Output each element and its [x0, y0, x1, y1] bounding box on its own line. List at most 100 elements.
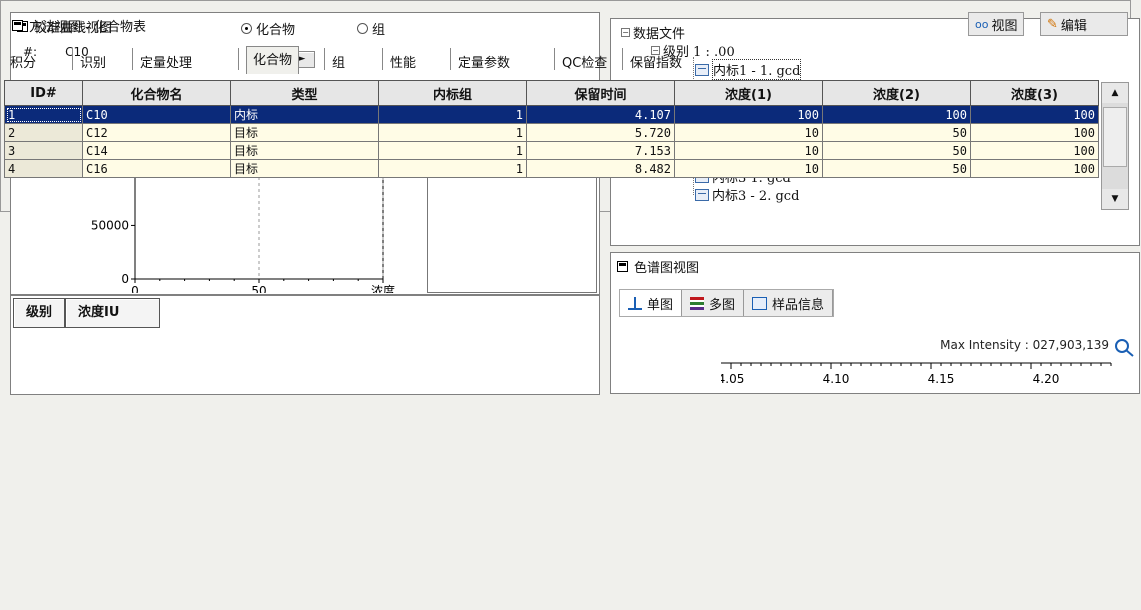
chromatogram-file-icon	[695, 63, 709, 76]
chromatogram-panel: 色谱图视图 单图 多图 样品信息 Max Intensity : 027,903…	[610, 252, 1140, 394]
table-cell[interactable]: 5.720	[526, 123, 675, 142]
radio-selected-icon	[241, 23, 252, 34]
table-cell[interactable]: 4	[4, 159, 83, 178]
table-cell[interactable]: 100	[970, 123, 1099, 142]
method-tab[interactable]: 定量处理	[140, 52, 192, 71]
table-cell[interactable]: 100	[970, 159, 1099, 178]
table-cell[interactable]: 1	[378, 141, 527, 160]
table-cell[interactable]: 8.482	[526, 159, 675, 178]
edit-button[interactable]: ✎ 编辑	[1040, 12, 1128, 36]
radio-compound[interactable]: 化合物	[241, 19, 295, 38]
method-tab[interactable]: 积分	[10, 52, 36, 71]
table-row[interactable]: 3 C14 目标 1 7.153 10 50 100	[4, 141, 1099, 160]
tree-file-item[interactable]: 内标3 - 2. gcd	[695, 185, 799, 204]
table-cell[interactable]: 50	[822, 141, 971, 160]
edit-button-label: 编辑	[1060, 18, 1087, 34]
table-row[interactable]: 4 C16 目标 1 8.482 10 50 100	[4, 159, 1099, 178]
tab-multi-chart-label: 多图	[709, 297, 736, 313]
pane-collapse-icon[interactable]	[617, 260, 628, 272]
x-tick-label: 0	[131, 284, 139, 293]
zoom-icon[interactable]	[1111, 333, 1137, 359]
level-column-header[interactable]: 级别	[13, 298, 66, 328]
scroll-down-icon[interactable]: ▼	[1102, 189, 1128, 209]
pane-collapse-icon[interactable]	[12, 19, 23, 31]
column-header[interactable]: 类型	[230, 80, 379, 106]
tab-separator	[238, 48, 239, 70]
multi-chart-icon	[690, 296, 705, 310]
tree-root[interactable]: − 数据文件	[621, 23, 685, 42]
tab-separator	[72, 48, 73, 70]
table-row[interactable]: 2 C12 目标 1 5.720 10 50 100	[4, 123, 1099, 142]
method-tab[interactable]: 识别	[80, 52, 106, 71]
chromatogram-file-icon	[695, 188, 709, 201]
column-header[interactable]: ID#	[4, 80, 83, 106]
tab-single-chart[interactable]: 单图	[620, 290, 683, 316]
table-cell[interactable]: 100	[970, 141, 1099, 160]
column-header[interactable]: 保留时间	[526, 80, 675, 106]
y-tick-label: 0	[121, 272, 129, 286]
axis-tick-label: 4.15	[928, 372, 955, 386]
tab-sample-info[interactable]: 样品信息	[744, 290, 834, 316]
radio-group-label: 组	[372, 23, 386, 38]
method-tab[interactable]: QC检查	[562, 52, 607, 71]
table-cell[interactable]: 10	[674, 123, 823, 142]
tree-root-label: 数据文件	[633, 27, 686, 42]
table-cell[interactable]: 7.153	[526, 141, 675, 160]
table-cell[interactable]: 目标	[230, 141, 379, 160]
method-tab[interactable]: 化合物	[246, 46, 300, 74]
axis-tick-label: 4.20	[1033, 372, 1060, 386]
tab-separator	[450, 48, 451, 70]
method-tab[interactable]: 保留指数	[630, 52, 682, 71]
scroll-thumb[interactable]	[1103, 107, 1127, 167]
concentration-column-header[interactable]: 浓度IU	[65, 298, 161, 328]
table-cell[interactable]: 2	[4, 123, 83, 142]
sample-info-icon	[752, 296, 768, 310]
column-header[interactable]: 内标组	[378, 80, 527, 106]
y-tick-label: 50000	[91, 218, 129, 232]
table-scrollbar[interactable]: ▲ ▼	[1101, 82, 1129, 210]
method-tab[interactable]: 定量参数	[458, 52, 510, 71]
table-cell[interactable]: C16	[82, 159, 231, 178]
compound-table: ID# 化合物名 类型 内标组 保留时间 浓度(1) 浓度(2) 浓度(3) 1 C10 内标 1 4.…	[4, 80, 1099, 178]
column-header[interactable]: 浓度(3)	[970, 80, 1099, 106]
table-cell[interactable]: 目标	[230, 159, 379, 178]
radio-unselected-icon	[357, 23, 368, 34]
pencil-icon: ✎	[1047, 16, 1058, 32]
table-cell[interactable]: 100	[674, 105, 823, 124]
table-cell[interactable]: 1	[378, 105, 527, 124]
column-header[interactable]: 化合物名	[82, 80, 231, 106]
table-cell[interactable]: 1	[378, 123, 527, 142]
table-cell[interactable]: C10	[82, 105, 231, 124]
scroll-up-icon[interactable]: ▲	[1102, 83, 1128, 103]
table-cell[interactable]: 10	[674, 159, 823, 178]
axis-tick-label: 4.10	[823, 372, 850, 386]
column-header[interactable]: 浓度(1)	[674, 80, 823, 106]
table-cell[interactable]: 1	[4, 105, 83, 124]
method-title: 方法视图 - 化合物表	[29, 19, 146, 35]
table-cell[interactable]: 10	[674, 141, 823, 160]
method-tab[interactable]: 性能	[390, 52, 416, 71]
table-cell[interactable]: 100	[822, 105, 971, 124]
table-cell[interactable]: 目标	[230, 123, 379, 142]
glasses-icon: oo	[975, 17, 989, 31]
table-cell[interactable]: 4.107	[526, 105, 675, 124]
table-cell[interactable]: C14	[82, 141, 231, 160]
table-cell[interactable]: 100	[970, 105, 1099, 124]
column-header[interactable]: 浓度(2)	[822, 80, 971, 106]
view-button[interactable]: oo 视图	[968, 12, 1025, 36]
tab-sample-info-label: 样品信息	[772, 297, 825, 313]
table-row[interactable]: 1 C10 内标 1 4.107 100 100 100	[4, 105, 1099, 124]
table-cell[interactable]: 50	[822, 123, 971, 142]
view-button-label: 视图	[991, 18, 1018, 34]
tab-multi-chart[interactable]: 多图	[682, 290, 745, 316]
axis-tick-label: 4.05	[721, 372, 744, 386]
table-cell[interactable]: 1	[378, 159, 527, 178]
radio-group[interactable]: 组	[357, 19, 385, 38]
collapse-icon[interactable]: −	[621, 28, 630, 37]
table-cell[interactable]: 3	[4, 141, 83, 160]
method-tab[interactable]: 组	[332, 52, 345, 71]
table-cell[interactable]: C12	[82, 123, 231, 142]
tab-separator	[324, 48, 325, 70]
table-cell[interactable]: 50	[822, 159, 971, 178]
table-cell[interactable]: 内标	[230, 105, 379, 124]
